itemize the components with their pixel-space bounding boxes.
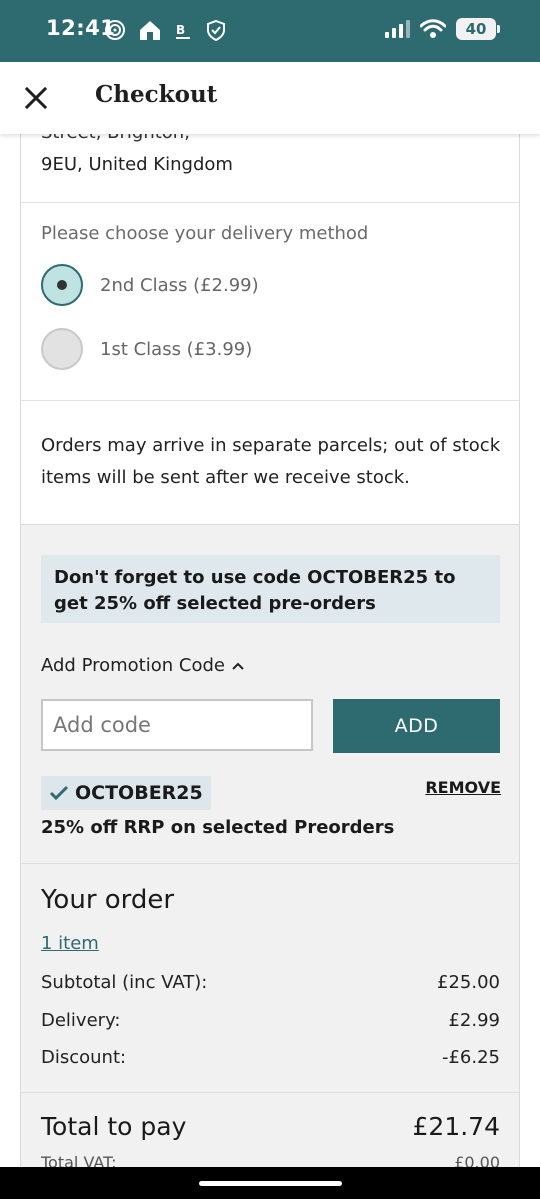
total-label: Total to pay [41,1112,187,1141]
radio-button-selected[interactable] [41,264,83,306]
battery-level: 40 [465,20,487,38]
delivery-option-label: 1st Class (£3.99) [100,338,253,360]
divider [21,400,519,401]
delivery-option-1st-class[interactable]: 1st Class (£3.99) [41,328,252,370]
delivery-option-label: 2nd Class (£2.99) [100,274,259,296]
divider [21,863,519,864]
home-icon [140,21,160,40]
chevron-up-icon [232,662,244,670]
add-promotion-toggle[interactable]: Add Promotion Code [41,655,245,676]
delivery-option-2nd-class[interactable]: 2nd Class (£2.99) [41,264,259,306]
wifi-icon [420,19,446,38]
summary-label: Discount: [41,1047,127,1068]
signal-icon [385,20,410,38]
home-gesture-handle[interactable] [199,1181,342,1186]
add-code-button[interactable]: ADD [333,699,500,753]
address-last-line: 9EU, United Kingdom [41,154,233,175]
summary-label: Subtotal (inc VAT): [41,972,208,993]
parcel-notice: Orders may arrive in separate parcels; o… [41,435,501,488]
summary-row-discount: Discount: -£6.25 [41,1047,500,1068]
summary-value: £2.99 [448,1010,500,1031]
address-partial-line: Street, Brighton, [41,134,190,143]
checkout-card: Street, Brighton, 9EU, United Kingdom Pl… [20,134,520,1174]
status-left-icons: B [104,19,226,41]
close-icon[interactable] [22,84,50,112]
applied-code-description: 25% off RRP on selected Preorders [41,817,395,838]
summary-label: Delivery: [41,1010,121,1031]
order-title: Your order [41,885,175,915]
applied-code-badge: OCTOBER25 [41,776,211,810]
target-icon [105,20,125,40]
add-promotion-label: Add Promotion Code [41,655,225,676]
applied-code-text: OCTOBER25 [75,782,203,804]
divider [21,202,519,203]
page-title: Checkout [95,81,218,108]
radio-button[interactable] [41,328,83,370]
checkmark-icon [49,785,69,801]
summary-row-subtotal: Subtotal (inc VAT): £25.00 [41,972,500,993]
delivery-heading: Please choose your delivery method [41,223,369,244]
b-badge-icon: B [176,23,190,39]
summary-value: £25.00 [437,972,500,993]
total-to-pay-row: Total to pay £21.74 [41,1112,500,1141]
promotion-and-summary-section: Don't forget to use code OCTOBER25 to ge… [21,524,519,1174]
shield-icon [207,19,225,41]
summary-value: -£6.25 [441,1047,500,1068]
status-right-icons: 40 [384,18,500,40]
svg-text:B: B [176,23,185,37]
remove-code-link[interactable]: REMOVE [425,778,501,797]
promo-code-input[interactable] [41,699,313,751]
status-bar: 12:41 B 40 [0,0,540,62]
summary-row-delivery: Delivery: £2.99 [41,1010,500,1031]
items-link[interactable]: 1 item [41,933,99,954]
system-navigation-bar [0,1167,540,1199]
battery-icon: 40 [456,18,500,40]
total-value: £21.74 [412,1112,500,1141]
promo-banner: Don't forget to use code OCTOBER25 to ge… [41,555,500,623]
divider [21,1092,519,1093]
app-header: Checkout [0,62,540,134]
